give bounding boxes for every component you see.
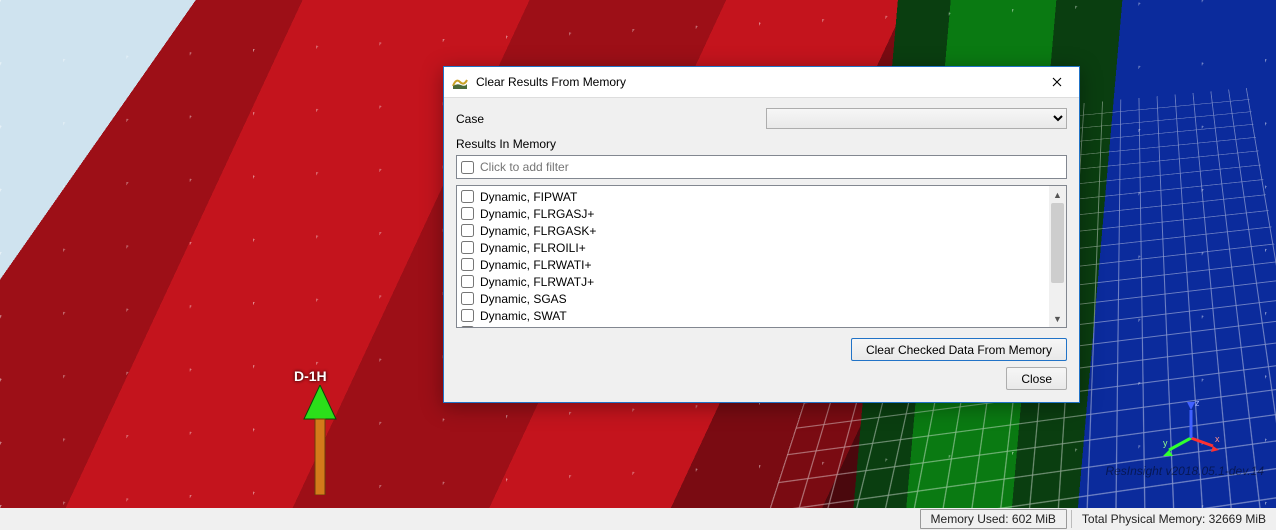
list-item-checkbox[interactable] <box>461 326 474 327</box>
list-item-label: Dynamic, FLRWATI+ <box>480 258 591 272</box>
results-list: Dynamic, FIPWAT Dynamic, FLRGASJ+ Dynamic,… <box>456 185 1067 328</box>
total-memory: Total Physical Memory: 32669 MiB <box>1071 510 1276 528</box>
list-item-checkbox[interactable] <box>461 275 474 288</box>
list-item[interactable]: Dynamic, FLROILI+ <box>457 239 1049 256</box>
svg-text:z: z <box>1195 398 1200 408</box>
list-item-checkbox[interactable] <box>461 309 474 322</box>
list-item-label: Dynamic, FLRGASJ+ <box>480 207 594 221</box>
filter-select-all-checkbox[interactable] <box>461 161 474 174</box>
app-icon <box>452 74 468 90</box>
dialog-titlebar[interactable]: Clear Results From Memory <box>444 67 1079 98</box>
list-item-label: Dynamic, FLRGASK+ <box>480 224 596 238</box>
close-dialog-button[interactable]: Close <box>1006 367 1067 390</box>
svg-text:x: x <box>1215 434 1220 444</box>
results-label: Results In Memory <box>456 137 1067 151</box>
list-item-label: Static, MULTPV <box>480 326 564 328</box>
list-item-checkbox[interactable] <box>461 190 474 203</box>
case-select[interactable] <box>766 108 1067 129</box>
list-item-label: Dynamic, FLROILI+ <box>480 241 586 255</box>
list-item[interactable]: Dynamic, SGAS <box>457 290 1049 307</box>
list-item-checkbox[interactable] <box>461 241 474 254</box>
scrollbar[interactable]: ▲ ▼ <box>1049 186 1066 327</box>
scroll-down-icon[interactable]: ▼ <box>1049 310 1066 327</box>
case-label: Case <box>456 112 766 126</box>
dialog-title: Clear Results From Memory <box>476 75 1034 89</box>
list-item-label: Dynamic, FIPWAT <box>480 190 577 204</box>
list-item-checkbox[interactable] <box>461 258 474 271</box>
list-item[interactable]: Dynamic, FIPWAT <box>457 188 1049 205</box>
list-item-checkbox[interactable] <box>461 224 474 237</box>
list-item-label: Dynamic, SWAT <box>480 309 567 323</box>
list-item[interactable]: Static, MULTPV <box>457 324 1049 327</box>
list-item[interactable]: Dynamic, FLRGASJ+ <box>457 205 1049 222</box>
close-button[interactable] <box>1034 67 1079 97</box>
list-item[interactable]: Dynamic, FLRGASK+ <box>457 222 1049 239</box>
list-item-checkbox[interactable] <box>461 292 474 305</box>
list-item-label: Dynamic, FLRWATJ+ <box>480 275 594 289</box>
memory-used: Memory Used: 602 MiB <box>920 509 1067 529</box>
filter-row <box>456 155 1067 179</box>
list-item[interactable]: Dynamic, FLRWATI+ <box>457 256 1049 273</box>
list-item-checkbox[interactable] <box>461 207 474 220</box>
clear-results-dialog: Clear Results From Memory Case Results I… <box>443 66 1080 403</box>
axis-triad-icon: x y z <box>1161 398 1221 458</box>
svg-text:y: y <box>1163 438 1168 448</box>
scroll-up-icon[interactable]: ▲ <box>1049 186 1066 203</box>
watermark: ResInsight v2018.05.1-dev.14 <box>1105 464 1264 478</box>
scroll-thumb[interactable] <box>1051 203 1064 283</box>
list-item[interactable]: Dynamic, FLRWATJ+ <box>457 273 1049 290</box>
list-item-label: Dynamic, SGAS <box>480 292 567 306</box>
status-bar: Memory Used: 602 MiB Total Physical Memo… <box>0 508 1276 530</box>
close-icon <box>1052 77 1062 87</box>
clear-checked-button[interactable]: Clear Checked Data From Memory <box>851 338 1067 361</box>
list-item[interactable]: Dynamic, SWAT <box>457 307 1049 324</box>
well-arrow-icon <box>300 385 340 495</box>
filter-input[interactable] <box>480 157 1066 177</box>
well-label: D-1H <box>294 368 327 384</box>
